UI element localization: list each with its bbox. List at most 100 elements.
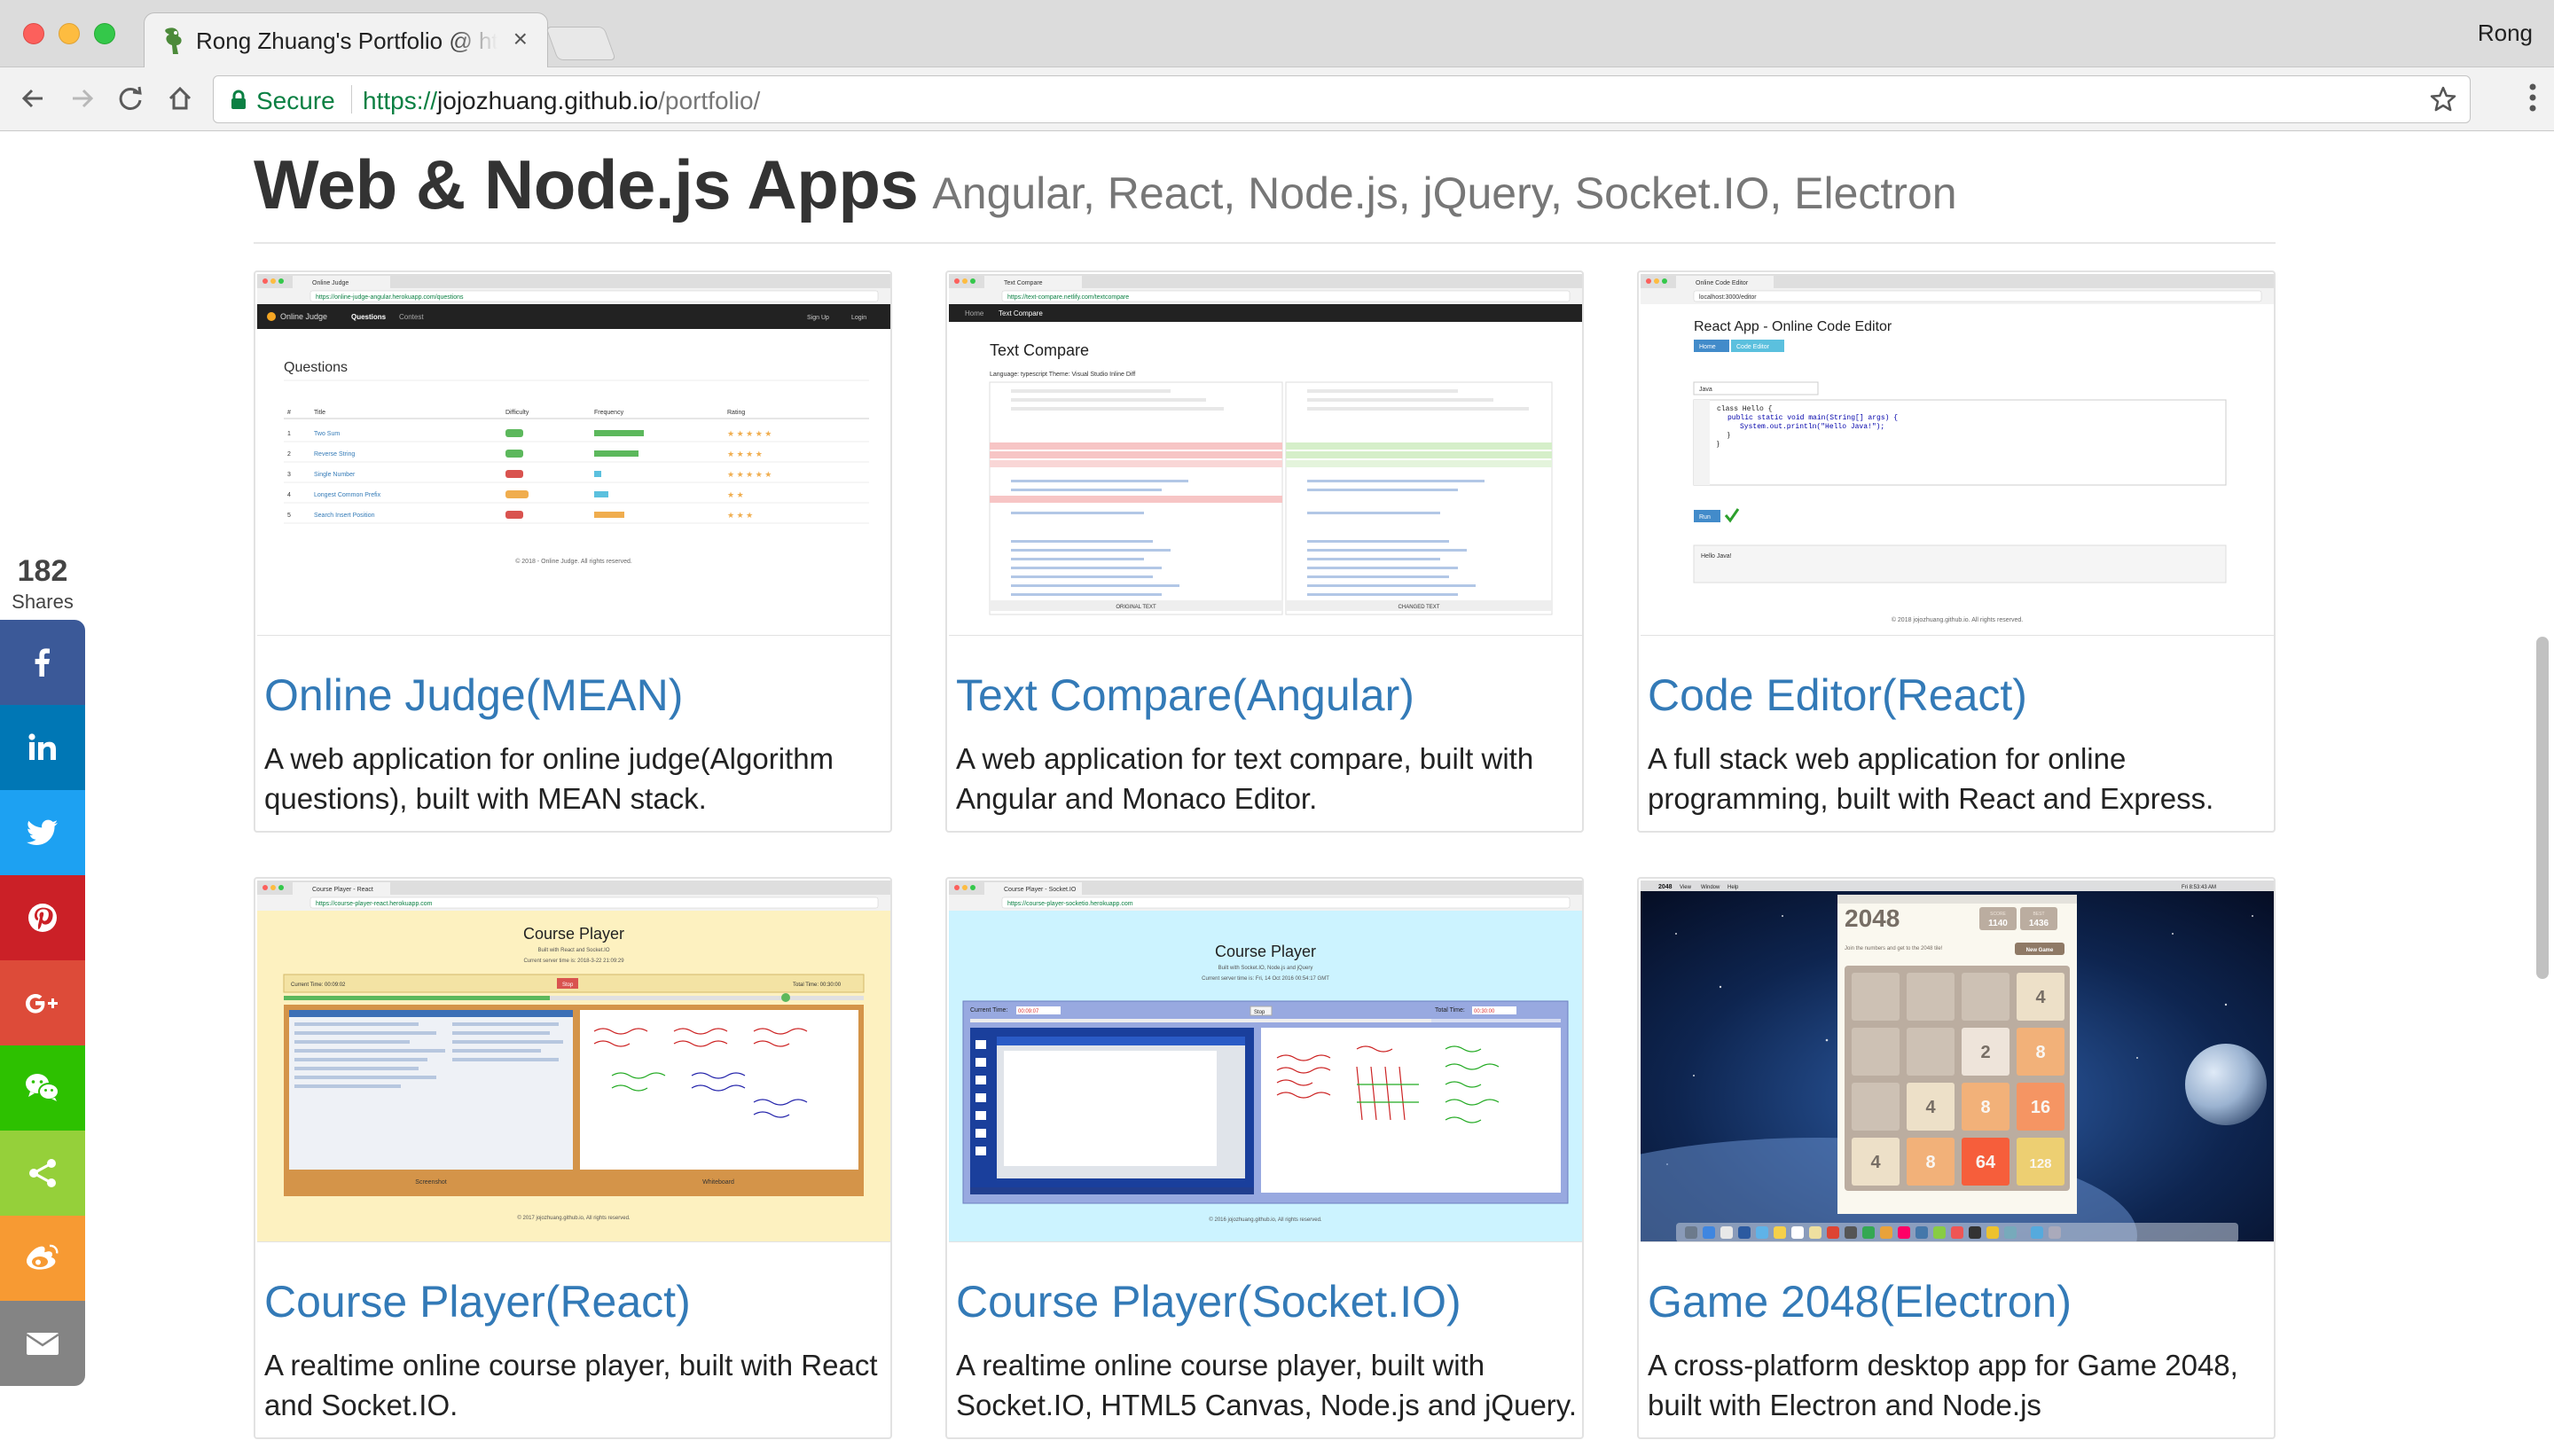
- window-minimize-button[interactable]: [59, 23, 80, 44]
- shot-row-title: Search Insert Position: [314, 513, 375, 519]
- shot-heading: Questions: [284, 360, 348, 375]
- browser-toolbar: Secure https://jojozhuang.github.io/port…: [0, 67, 2554, 131]
- browser-menu-icon[interactable]: [2527, 82, 2538, 114]
- shot-row-title: Reverse String: [314, 451, 355, 458]
- address-bar[interactable]: Secure https://jojozhuang.github.io/port…: [213, 75, 2471, 123]
- shot-current-time: Current Time: 00:09:02: [291, 982, 346, 988]
- bookmark-star-icon[interactable]: [2429, 85, 2457, 114]
- share-google-plus-button[interactable]: [0, 960, 85, 1045]
- home-icon: [168, 86, 192, 110]
- svg-text:★ ★: ★ ★: [727, 490, 744, 499]
- window-close-button[interactable]: [23, 23, 44, 44]
- shot-original-label: ORIGINAL TEXT: [1116, 605, 1156, 610]
- share-more-button[interactable]: [0, 1131, 85, 1216]
- shot-row-num: 5: [287, 513, 291, 519]
- shot-footer: © 2016 jojozhuang.github.io, All rights …: [1209, 1217, 1321, 1223]
- shot-whiteboard-label: Whiteboard: [702, 1179, 734, 1186]
- window-maximize-button[interactable]: [94, 23, 115, 44]
- back-button[interactable]: [12, 78, 53, 119]
- share-count-label: Shares: [12, 591, 74, 613]
- project-thumbnail[interactable]: Course Player - Socket.IO https://course…: [949, 881, 1582, 1242]
- secure-label: Secure: [256, 87, 335, 114]
- project-title-link[interactable]: Code Editor(React): [1648, 669, 2027, 721]
- url-text[interactable]: https://jojozhuang.github.io/portfolio/: [363, 87, 760, 115]
- twitter-icon: [27, 819, 58, 845]
- project-card-course-player-react[interactable]: Course Player - React https://course-pla…: [254, 877, 892, 1439]
- shot-col-num: #: [287, 410, 291, 416]
- project-card-online-judge[interactable]: Online Judge https://online-judge-angula…: [254, 270, 892, 833]
- project-description: A web application for online judge(Algor…: [264, 742, 834, 815]
- shot-stop: Stop: [562, 982, 574, 988]
- reload-button[interactable]: [110, 78, 151, 119]
- game-tile: [1962, 973, 2010, 1021]
- share-weibo-button[interactable]: [0, 1216, 85, 1301]
- pinterest-icon: [28, 904, 57, 932]
- shot-heading: Course Player: [523, 925, 624, 943]
- arrow-left-icon: [21, 89, 43, 108]
- project-title-link[interactable]: Course Player(React): [264, 1276, 691, 1327]
- portfolio-favicon-icon: [165, 27, 182, 54]
- share-linkedin-button[interactable]: [0, 705, 85, 790]
- project-thumbnail[interactable]: Course Player - React https://course-pla…: [257, 881, 890, 1242]
- game-tile: [1907, 1028, 1955, 1076]
- shot-url: https://text-compare.netlify.com/textcom…: [1007, 294, 1129, 301]
- svg-text:★ ★ ★ ★ ★: ★ ★ ★ ★ ★: [727, 470, 772, 479]
- shot-clock: Fri 8:53:43 AM: [2182, 885, 2216, 890]
- share-email-button[interactable]: [0, 1301, 85, 1386]
- shot-score-label: SCORE: [1990, 912, 2006, 917]
- home-button[interactable]: [160, 78, 200, 119]
- shot-best-label: BEST: [2033, 912, 2044, 917]
- game-tile: [1907, 973, 1955, 1021]
- shot-server-time: Current server time is: 2018-3-22 21:09:…: [523, 959, 624, 964]
- svg-text:}: }: [1717, 440, 1720, 448]
- page-scrollbar-thumb[interactable]: [2536, 637, 2549, 979]
- project-thumbnail[interactable]: Text Compare https://text-compare.netlif…: [949, 274, 1582, 636]
- shot-heading: React App - Online Code Editor: [1694, 319, 1892, 334]
- url-scheme: https://: [363, 87, 438, 114]
- tab-close-icon[interactable]: ×: [513, 26, 528, 52]
- course-player-react-screenshot: Course Player - React https://course-pla…: [257, 881, 890, 1241]
- share-pinterest-button[interactable]: [0, 875, 85, 960]
- share-facebook-button[interactable]: [0, 620, 85, 705]
- shot-login: Login: [851, 315, 866, 321]
- project-description: A full stack web application for online …: [1648, 742, 2214, 815]
- share-icon: [29, 1159, 56, 1187]
- shot-footer: © 2018 - Online Judge. All rights reserv…: [515, 558, 632, 565]
- lock-icon: [231, 90, 246, 109]
- shot-nav-contest: Contest: [399, 313, 424, 321]
- profile-name[interactable]: Rong: [2478, 20, 2533, 47]
- page-viewport: Web & Node.js Apps Angular, React, Node.j…: [0, 132, 2554, 1456]
- url-host: jojozhuang.github.io: [437, 87, 659, 114]
- shot-total-value: 00:30:00: [1474, 1009, 1495, 1014]
- shot-row-title: Two Sum: [314, 431, 340, 437]
- reload-icon: [119, 86, 142, 110]
- shot-run: Run: [1699, 514, 1711, 521]
- project-card-code-editor[interactable]: Online Code Editor localhost:3000/editor…: [1637, 270, 2276, 833]
- shot-tab-title: Online Code Editor: [1696, 280, 1749, 286]
- project-card-course-player-socketio[interactable]: Course Player - Socket.IO https://course…: [945, 877, 1584, 1439]
- project-description: A realtime online course player, built w…: [264, 1349, 878, 1421]
- shot-footer: © 2018 jojozhuang.github.io. All rights …: [1892, 616, 2023, 623]
- project-title-link[interactable]: Game 2048(Electron): [1648, 1276, 2072, 1327]
- forward-button[interactable]: [62, 78, 103, 119]
- project-thumbnail[interactable]: 2048 View Window Help Fri 8:53:43 AM 204…: [1641, 881, 2274, 1242]
- shot-heading: Course Player: [1215, 943, 1316, 960]
- text-compare-screenshot: Text Compare https://text-compare.netlif…: [949, 274, 1582, 635]
- project-title-link[interactable]: Course Player(Socket.IO): [956, 1276, 1461, 1327]
- game-tile: [1852, 973, 1900, 1021]
- arrow-right-icon: [73, 89, 94, 108]
- project-thumbnail[interactable]: Online Code Editor localhost:3000/editor…: [1641, 274, 2274, 636]
- project-thumbnail[interactable]: Online Judge https://online-judge-angula…: [257, 274, 890, 636]
- shot-col-title: Title: [314, 410, 325, 416]
- browser-tab-active[interactable]: Rong Zhuang's Portfolio @ https://jojozh…: [144, 12, 548, 67]
- share-wechat-button[interactable]: [0, 1045, 85, 1131]
- project-title-link[interactable]: Text Compare(Angular): [956, 669, 1414, 721]
- shot-row-num: 3: [287, 472, 291, 478]
- share-twitter-button[interactable]: [0, 790, 85, 875]
- shot-col-frequency: Frequency: [594, 410, 624, 416]
- new-tab-button[interactable]: [545, 27, 616, 60]
- project-description: A realtime online course player, built w…: [956, 1349, 1578, 1421]
- project-card-game-2048[interactable]: 2048 View Window Help Fri 8:53:43 AM 204…: [1637, 877, 2276, 1439]
- project-title-link[interactable]: Online Judge(MEAN): [264, 669, 683, 721]
- project-card-text-compare[interactable]: Text Compare https://text-compare.netlif…: [945, 270, 1584, 833]
